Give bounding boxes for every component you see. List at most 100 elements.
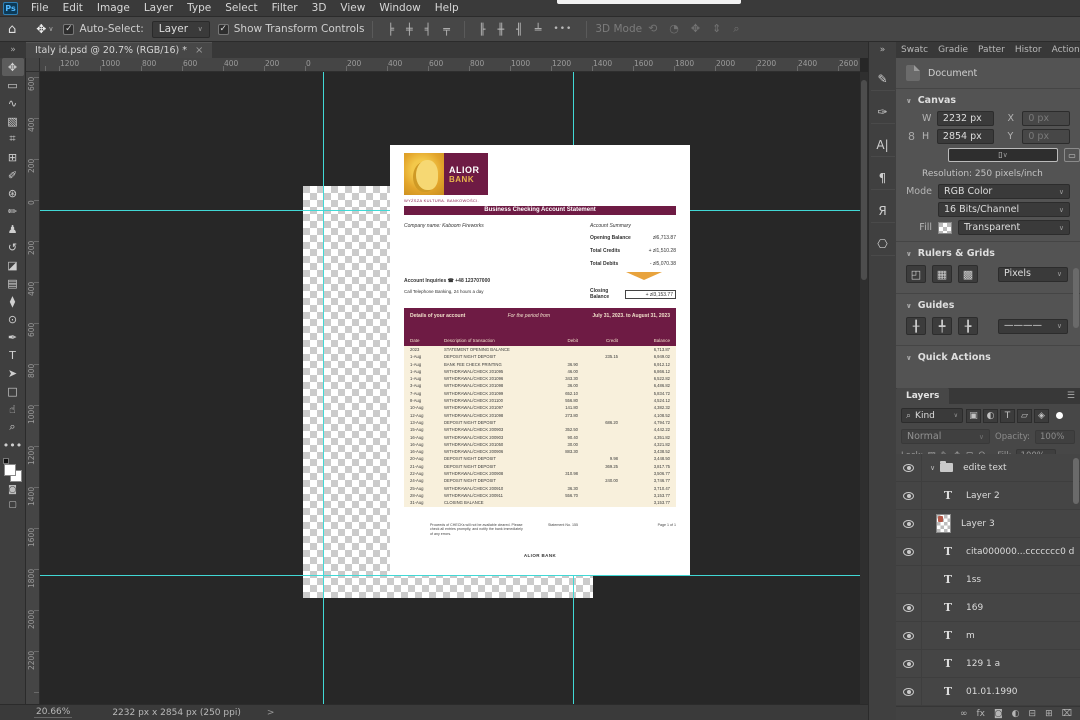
- pen-tool[interactable]: ✒: [2, 328, 24, 346]
- type-tool[interactable]: T: [2, 346, 24, 364]
- visibility-cell[interactable]: [896, 594, 922, 621]
- align-top-edges-icon[interactable]: ╤: [437, 23, 456, 36]
- brush-settings-panel-icon[interactable]: ✎: [870, 67, 895, 91]
- history-brush-tool[interactable]: ↺: [2, 238, 24, 256]
- menu-item[interactable]: File: [24, 0, 56, 17]
- menu-item[interactable]: View: [333, 0, 372, 17]
- layer-row[interactable]: ∨ T m: [896, 622, 1080, 650]
- toolbar-collapse-icon[interactable]: »: [0, 42, 26, 58]
- screen-mode-icon[interactable]: ▢: [3, 497, 23, 512]
- home-icon[interactable]: ⌂: [0, 22, 26, 37]
- blend-mode-dropdown[interactable]: Normal: [901, 429, 991, 444]
- layer-row[interactable]: ∨ T edite text: [896, 454, 1080, 482]
- zoom-3d-camera-icon[interactable]: ⌕: [727, 22, 745, 35]
- new-group-icon[interactable]: ⊟: [1029, 707, 1037, 720]
- pixel-grid-icon[interactable]: ▩: [958, 265, 978, 283]
- fill-swatch[interactable]: [938, 221, 952, 234]
- visibility-cell[interactable]: [896, 650, 922, 677]
- menu-item[interactable]: Window: [372, 0, 427, 17]
- hand-tool[interactable]: ☝: [2, 400, 24, 418]
- eyedropper-tool[interactable]: ✐: [2, 166, 24, 184]
- spot-healing-brush-tool[interactable]: ⊛: [2, 184, 24, 202]
- add-layer-mask-icon[interactable]: ◙: [994, 707, 1003, 720]
- paragraph-panel-icon[interactable]: ¶: [870, 166, 895, 190]
- layer-row[interactable]: ∨ T 129 1 a: [896, 650, 1080, 678]
- slide-3d-camera-icon[interactable]: ⇕: [706, 22, 727, 35]
- menu-item[interactable]: Help: [428, 0, 466, 17]
- roll-3d-camera-icon[interactable]: ◔: [663, 22, 685, 35]
- align-right-edges-icon[interactable]: ╡: [419, 23, 438, 36]
- horizontal-ruler[interactable]: 1200 1000 800 600 400 200 0 200 400 600 800 1000 120…: [26, 58, 860, 72]
- adjustment-layer-icon[interactable]: ◐: [1012, 707, 1020, 720]
- dodge-tool[interactable]: ⊙: [2, 310, 24, 328]
- move-tool-preset-icon[interactable]: ✥: [26, 22, 48, 36]
- menu-item[interactable]: Filter: [265, 0, 305, 17]
- visibility-cell[interactable]: [896, 566, 922, 593]
- zoom-tool[interactable]: ⌕: [2, 418, 24, 436]
- auto-select-dropdown[interactable]: Layer: [151, 20, 210, 38]
- opacity-field[interactable]: 100%: [1035, 429, 1075, 444]
- landscape-orientation-icon[interactable]: ▭: [1064, 148, 1080, 162]
- layer-row[interactable]: ∨ T 01.01.1990: [896, 678, 1080, 706]
- layer-name[interactable]: 01.01.1990: [966, 687, 1018, 697]
- layer-effects-icon[interactable]: fx: [976, 707, 985, 720]
- layers-menu-icon[interactable]: ☰: [1067, 391, 1080, 401]
- properties-scrollbar[interactable]: [1073, 268, 1079, 328]
- filter-type-layers-icon[interactable]: T: [1000, 408, 1015, 423]
- layer-row[interactable]: ∨ T 1ss: [896, 566, 1080, 594]
- menu-item[interactable]: Select: [218, 0, 264, 17]
- color-mode-dropdown[interactable]: RGB Color: [938, 184, 1070, 199]
- canvas-vertical-scrollbar[interactable]: [860, 72, 868, 704]
- distribute-top-edges-icon[interactable]: ╟: [473, 23, 492, 36]
- rulers-grids-section-header[interactable]: ∨ Rulers & Grids: [896, 242, 1080, 261]
- guides-section-header[interactable]: ∨ Guides: [896, 294, 1080, 313]
- filter-toggle-icon[interactable]: [1056, 412, 1063, 419]
- eraser-tool[interactable]: ◪: [2, 256, 24, 274]
- path-selection-tool[interactable]: ➤: [2, 364, 24, 382]
- filter-smart-objects-icon[interactable]: ◈: [1034, 408, 1049, 423]
- layer-name[interactable]: Layer 3: [961, 519, 995, 529]
- layer-row[interactable]: ∨ T cita000000...ccccccc0 d: [896, 538, 1080, 566]
- character-panel-icon[interactable]: A|: [870, 133, 895, 157]
- menu-item[interactable]: Image: [90, 0, 137, 17]
- tool-preset-chevron-icon[interactable]: ∨: [48, 25, 63, 33]
- panel-tab[interactable]: Action: [1047, 43, 1080, 58]
- y-field[interactable]: 0 px: [1022, 129, 1070, 144]
- x-field[interactable]: 0 px: [1022, 111, 1070, 126]
- crop-tool[interactable]: ⌗: [2, 130, 24, 148]
- visibility-cell[interactable]: [896, 622, 922, 649]
- close-tab-icon[interactable]: ×: [195, 45, 203, 56]
- rectangle-tool[interactable]: □: [2, 382, 24, 400]
- show-transform-checkbox[interactable]: ✓: [217, 23, 229, 35]
- visibility-cell[interactable]: [896, 454, 922, 481]
- layers-scrollbar[interactable]: [1073, 458, 1079, 504]
- quick-mask-icon[interactable]: ◙: [3, 482, 23, 497]
- layer-name[interactable]: 1ss: [966, 575, 981, 585]
- canvas-pasteboard[interactable]: ALIOR BANK WYŻSZA KULTURA. BANKOWOŚCI. B…: [26, 58, 868, 704]
- link-dimensions-icon[interactable]: 8: [908, 130, 915, 143]
- quick-actions-section-header[interactable]: ∨ Quick Actions: [896, 346, 1080, 365]
- layer-name[interactable]: 129 1 a: [966, 659, 1000, 669]
- panel-tab[interactable]: Histor: [1010, 43, 1047, 58]
- filter-adjustment-layers-icon[interactable]: ◐: [983, 408, 998, 423]
- guide-horizontal-bottom[interactable]: [26, 575, 860, 576]
- visibility-cell[interactable]: [896, 678, 922, 705]
- edit-toolbar-button[interactable]: •••: [2, 436, 24, 454]
- document-tab[interactable]: Italy id.psd @ 20.7% (RGB/16) * ×: [26, 42, 213, 58]
- menu-item[interactable]: Layer: [137, 0, 180, 17]
- blur-tool[interactable]: ⧫: [2, 292, 24, 310]
- more-options-icon[interactable]: •••: [547, 24, 578, 34]
- threed-panel-icon[interactable]: ⎔: [870, 232, 895, 256]
- glyphs-panel-icon[interactable]: Я: [870, 199, 895, 223]
- portrait-orientation-icon[interactable]: ▯: [948, 148, 1058, 162]
- ruler-origin-corner[interactable]: [26, 58, 40, 72]
- object-selection-tool[interactable]: ▧: [2, 112, 24, 130]
- distribute-bottom-edges-icon[interactable]: ╢: [510, 23, 529, 36]
- layer-row[interactable]: ∨ T 169: [896, 594, 1080, 622]
- zoom-level-field[interactable]: 20.66%: [34, 707, 73, 718]
- align-left-edges-icon[interactable]: ╞: [381, 23, 400, 36]
- new-guide-icon[interactable]: ╂: [906, 317, 926, 335]
- visibility-cell[interactable]: [896, 510, 922, 537]
- expand-panels-icon[interactable]: »: [880, 42, 886, 58]
- width-field[interactable]: 2232 px: [936, 111, 995, 126]
